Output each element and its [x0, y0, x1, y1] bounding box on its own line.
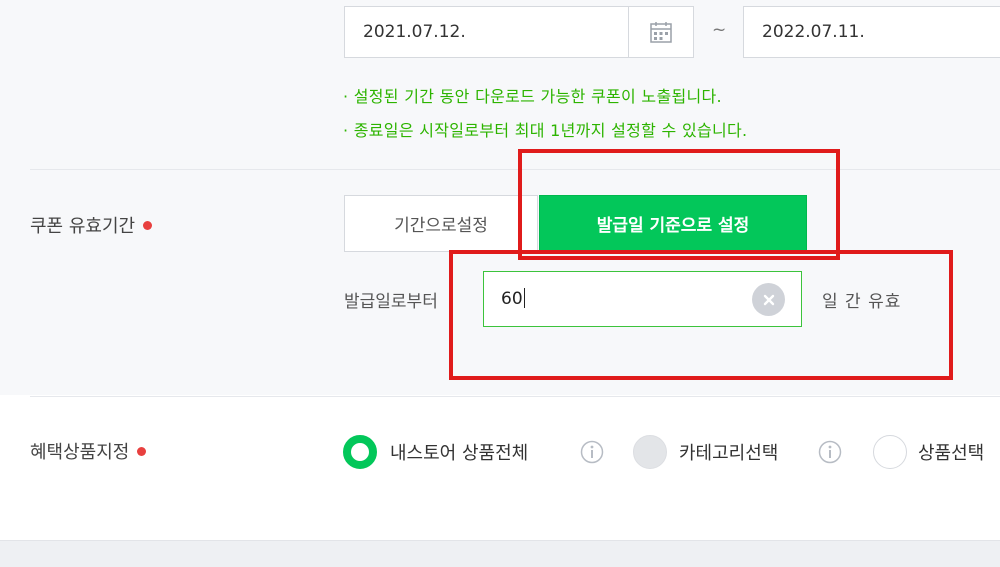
- annotation-box-option: [518, 149, 840, 260]
- end-date-value: 2022.07.11.: [762, 22, 865, 42]
- radio-product-select-label[interactable]: 상품선택: [918, 439, 984, 465]
- radio-product-select[interactable]: [873, 435, 907, 469]
- calendar-icon: [650, 22, 672, 43]
- validity-label-text: 쿠폰 유효기간: [30, 216, 136, 237]
- info-icon[interactable]: [580, 440, 604, 464]
- required-dot: [143, 220, 153, 230]
- radio-category[interactable]: [633, 435, 667, 469]
- validity-label: 쿠폰 유효기간: [30, 212, 153, 238]
- annotation-box-days: [449, 250, 953, 380]
- benefit-label-text: 혜택상품지정: [30, 442, 130, 463]
- footer-band: [0, 540, 1000, 567]
- option-period-setting-label: 기간으로설정: [394, 216, 488, 236]
- start-date-value: 2021.07.12.: [363, 22, 466, 42]
- section-divider: [30, 396, 1000, 397]
- radio-category-label[interactable]: 카테고리선택: [679, 439, 778, 465]
- required-dot: [137, 446, 147, 456]
- date-separator: ~: [712, 20, 727, 40]
- option-period-setting[interactable]: 기간으로설정: [344, 195, 538, 252]
- period-hint-2: · 종료일은 시작일로부터 최대 1년까지 설정할 수 있습니다.: [343, 121, 748, 140]
- section-divider: [30, 169, 1000, 170]
- days-prefix-label: 발급일로부터: [344, 292, 438, 312]
- calendar-button[interactable]: [628, 6, 694, 58]
- radio-all-products[interactable]: [343, 435, 377, 469]
- radio-all-products-label[interactable]: 내스토어 상품전체: [390, 439, 528, 465]
- info-icon[interactable]: [818, 440, 842, 464]
- period-hint-1: · 설정된 기간 동안 다운로드 가능한 쿠폰이 노출됩니다.: [343, 87, 722, 106]
- end-date-input[interactable]: 2022.07.11.: [743, 6, 1000, 58]
- benefit-label: 혜택상품지정: [30, 438, 147, 464]
- start-date-input[interactable]: 2021.07.12.: [344, 6, 629, 58]
